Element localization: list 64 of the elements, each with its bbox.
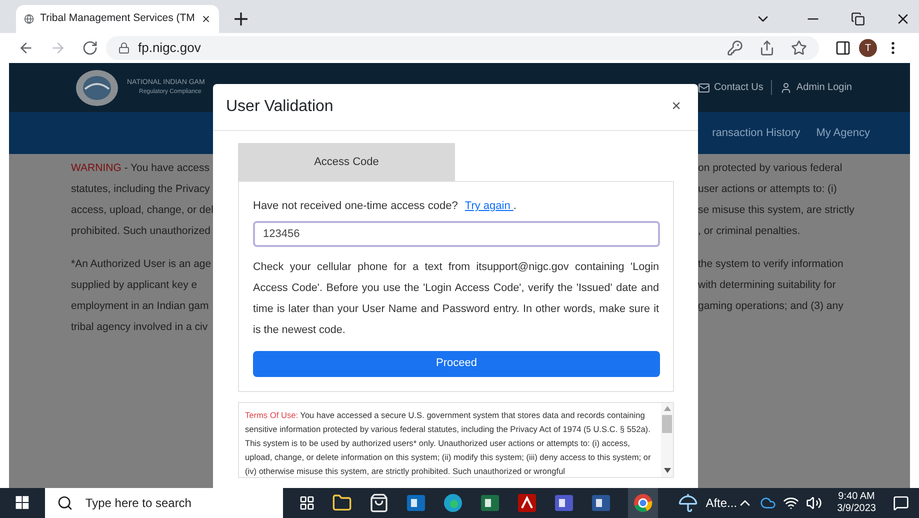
resend-prompt: Have not received one-time access code? Try again . <box>253 199 518 214</box>
authorized-user-text: the system to verify information <box>698 257 844 272</box>
warning-text: statutes, including the Privacy <box>71 182 211 197</box>
authorized-user-text: employment in an Indian gam <box>71 299 210 314</box>
scrollbar-thumb[interactable] <box>662 414 672 432</box>
restore-icon[interactable] <box>851 12 865 26</box>
clock-date[interactable]: 3/9/2023 <box>837 503 876 515</box>
dialog-tab[interactable]: Access Code <box>238 143 455 181</box>
warning-text: WARNING - You have access <box>71 161 211 176</box>
weather-text[interactable]: Afte... <box>706 494 738 512</box>
try-again-link[interactable]: Try again <box>464 200 514 212</box>
authorized-user-text: supplied by applicant key e <box>71 278 198 293</box>
scrollbar[interactable] <box>661 402 673 476</box>
access-code-field[interactable]: 123456 <box>253 220 660 246</box>
scroll-down-icon[interactable] <box>664 468 670 472</box>
volume-icon[interactable] <box>806 495 822 511</box>
instructions-text: Check your cellular phone for a text from itsupport@nigc.gov containing 'Login Access Code'. Before you use the 'Login Access Code', verify the 'Issued' date and time is later than your User Name and Password entry. In other words, make sure it is the newest code. <box>253 260 659 338</box>
authorized-user-text: gaming operations; and (3) any <box>698 299 844 314</box>
browser-tab[interactable]: Tribal Management Services (TM <box>16 5 219 33</box>
authorized-user-text: *An Authorized User is an age <box>71 257 212 272</box>
tab-title: Tribal Management Services (TM <box>40 11 195 26</box>
share-icon[interactable] <box>759 40 775 56</box>
chrome-icon <box>632 493 653 513</box>
reload-icon[interactable] <box>82 40 98 56</box>
pdf-app-icon[interactable] <box>516 493 537 513</box>
authorized-user-text: with determining suitability for <box>698 278 837 293</box>
mail-icon <box>698 82 710 94</box>
clock-time[interactable]: 9:40 AM <box>838 491 875 503</box>
taskbar-search-field[interactable]: Type here to search <box>45 488 283 518</box>
umbrella-icon[interactable] <box>678 493 698 513</box>
close-button[interactable]: × <box>672 95 685 119</box>
wifi-icon[interactable] <box>783 495 800 511</box>
cloud-icon[interactable] <box>760 495 776 511</box>
warning-text: access, upload, change, or del <box>71 203 213 218</box>
url-text: fp.nigc.gov <box>138 39 201 58</box>
warning-text: user actions or attempts to: (i) <box>698 182 838 197</box>
store-icon[interactable] <box>368 493 389 513</box>
search-placeholder: Type here to search <box>85 495 192 512</box>
warning-text: prohibited. Such unauthorized <box>71 224 212 239</box>
search-icon <box>57 495 74 511</box>
side-panel-icon[interactable] <box>835 40 851 56</box>
proceed-button[interactable]: Proceed <box>253 350 660 376</box>
address-bar[interactable]: fp.nigc.gov <box>106 36 819 60</box>
profile-avatar[interactable]: T <box>859 39 877 57</box>
authorized-user-text: tribal agency involved in a civ <box>71 320 209 335</box>
warning-text: se misuse this system, are strictly <box>698 203 856 218</box>
dialog-title: User Validation <box>226 97 334 117</box>
user-icon <box>780 82 792 94</box>
header-link[interactable]: Contact Us <box>690 80 772 95</box>
active-app-tile[interactable] <box>628 488 658 518</box>
star-icon[interactable] <box>791 40 807 56</box>
back-icon[interactable] <box>18 40 34 56</box>
warning-text: , or criminal penalties. <box>698 224 802 239</box>
seal-logo <box>75 68 119 106</box>
key-icon[interactable] <box>727 40 743 56</box>
terms-text: Terms Of Use: You have accessed a secure U.S. government system that stores data and records containing sensitive information protected by various federal statutes, including the Privacy Act of 1974 (5 U.S.C. § 552a). This system is to be used by authorized users* only. Unauthorized user actions or attempts to: (i) access, upload, change, or delete information on this system; (ii) modify this system; (iii) deny access to this system; or (iv) otherwise misuse this system, are strictly prohibited. Such unauthorized or wrongful <box>244 408 652 476</box>
folder-icon[interactable] <box>332 493 352 513</box>
header-link[interactable]: Admin Login <box>771 80 860 95</box>
nav-link[interactable]: ransaction History <box>712 124 800 142</box>
lock-icon <box>118 42 130 54</box>
task-view-icon[interactable] <box>298 495 315 511</box>
warning-text: on protected by various federal <box>698 161 844 176</box>
nav-link[interactable]: My Agency <box>816 124 870 142</box>
notifications-icon[interactable] <box>893 495 909 511</box>
